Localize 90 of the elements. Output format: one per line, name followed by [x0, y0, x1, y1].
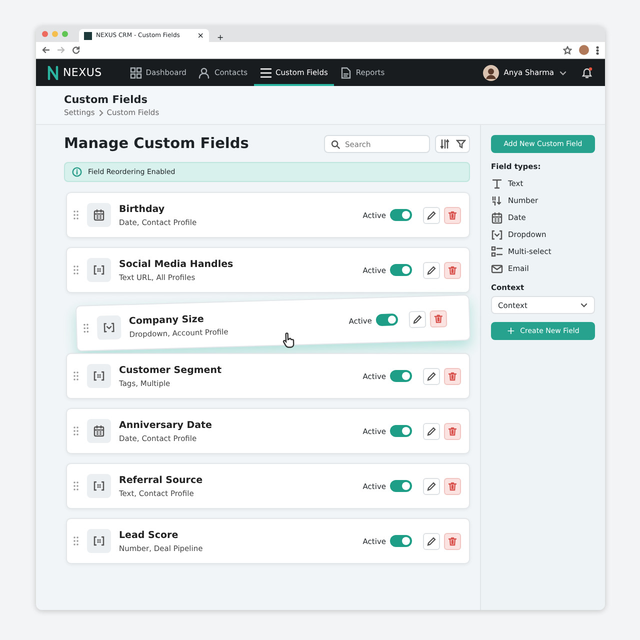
pencil-icon: [427, 426, 436, 436]
search-icon: [331, 140, 340, 149]
brand-name: NEXUS: [63, 66, 102, 79]
chevron-right-icon: [98, 108, 104, 116]
trash-icon: [434, 314, 444, 323]
toggle-switch[interactable]: [390, 370, 412, 382]
pencil-icon: [427, 210, 436, 220]
bracket-icon: [93, 264, 105, 276]
reload-icon[interactable]: [72, 46, 80, 54]
back-icon[interactable]: [42, 46, 50, 54]
field-name: Social Media Handles: [119, 258, 234, 270]
window-controls-icon: [41, 30, 71, 38]
delete-button[interactable]: [444, 422, 461, 440]
favicon-icon: [84, 32, 92, 40]
toggle-switch[interactable]: [390, 264, 412, 276]
calendar-icon: [93, 425, 105, 437]
field-name: Customer Segment: [119, 364, 223, 376]
person-icon: [198, 66, 210, 78]
new-tab-button[interactable]: +: [217, 34, 224, 42]
field-name: Company Size: [128, 312, 205, 327]
edit-button[interactable]: [408, 310, 426, 328]
field-name: Referral Source: [119, 474, 204, 486]
close-tab-button[interactable]: ×: [197, 32, 204, 40]
trash-icon: [448, 372, 457, 380]
toggle-switch[interactable]: [376, 314, 398, 326]
chevron-down-icon: [580, 301, 588, 309]
toggle-switch[interactable]: [390, 209, 412, 221]
logo-icon: [47, 66, 59, 80]
dropdown-icon: [491, 228, 503, 240]
document-icon: [340, 66, 352, 78]
trash-icon: [448, 210, 457, 220]
pencil-icon: [412, 314, 422, 324]
pencil-icon: [427, 266, 436, 274]
field-name: Lead Score: [119, 530, 180, 540]
filter-icon: [456, 139, 466, 149]
pencil-icon: [427, 372, 436, 380]
delete-button[interactable]: [444, 478, 461, 494]
toggle-switch[interactable]: [390, 535, 412, 547]
drag-handle-icon[interactable]: [82, 323, 90, 334]
toggle-switch[interactable]: [390, 480, 412, 492]
edit-button[interactable]: [423, 206, 440, 224]
sort-filter-button[interactable]: [435, 135, 470, 153]
hand-pointer-icon: [282, 332, 295, 349]
trash-icon: [448, 426, 457, 436]
edit-button[interactable]: [423, 262, 440, 278]
toggle-switch[interactable]: [390, 425, 412, 437]
page-title: Custom Fields: [64, 94, 149, 106]
bracket-icon: [93, 370, 105, 382]
drag-handle-icon[interactable]: [73, 536, 79, 546]
drag-handle-icon[interactable]: [73, 210, 79, 220]
profile-avatar-icon[interactable]: [579, 45, 589, 55]
drag-handle-icon[interactable]: [73, 426, 79, 436]
more-icon[interactable]: [596, 46, 599, 54]
edit-button[interactable]: [423, 532, 440, 550]
trash-icon: [448, 536, 457, 546]
edit-button[interactable]: [423, 422, 440, 440]
delete-button[interactable]: [430, 310, 448, 328]
bell-with-dot-icon[interactable]: [581, 66, 593, 78]
drag-handle-icon[interactable]: [73, 265, 79, 275]
delete-button[interactable]: [444, 206, 461, 224]
avatar-icon: [482, 64, 499, 80]
field-name: Anniversary Date: [119, 420, 213, 430]
edit-button[interactable]: [423, 478, 440, 494]
trash-icon: [448, 266, 457, 274]
star-icon[interactable]: [563, 46, 572, 54]
number-icon: [491, 194, 503, 206]
pencil-icon: [427, 536, 436, 546]
list-icon: [260, 66, 272, 78]
info-icon: [72, 167, 82, 177]
drag-handle-icon[interactable]: [73, 481, 79, 491]
bracket-icon: [93, 480, 105, 492]
drag-handle-icon[interactable]: [73, 371, 79, 381]
section-title: Manage Custom Fields: [64, 136, 250, 152]
envelope-icon: [491, 262, 503, 274]
trash-icon: [448, 482, 457, 490]
delete-button[interactable]: [444, 262, 461, 278]
chevron-down-icon: [559, 68, 567, 76]
pencil-icon: [427, 482, 436, 490]
delete-button[interactable]: [444, 368, 461, 384]
calendar-icon: [491, 212, 503, 224]
edit-button[interactable]: [423, 368, 440, 384]
dropdown-icon: [102, 321, 116, 334]
delete-button[interactable]: [444, 532, 461, 550]
bracket-icon: [93, 535, 105, 547]
text-cursor-icon: [491, 178, 503, 190]
field-name: Birthday: [119, 204, 166, 214]
calendar-icon: [93, 209, 105, 221]
grid-icon: [130, 66, 142, 78]
sort-icon: [440, 139, 450, 149]
multi-select-icon: [491, 246, 503, 258]
